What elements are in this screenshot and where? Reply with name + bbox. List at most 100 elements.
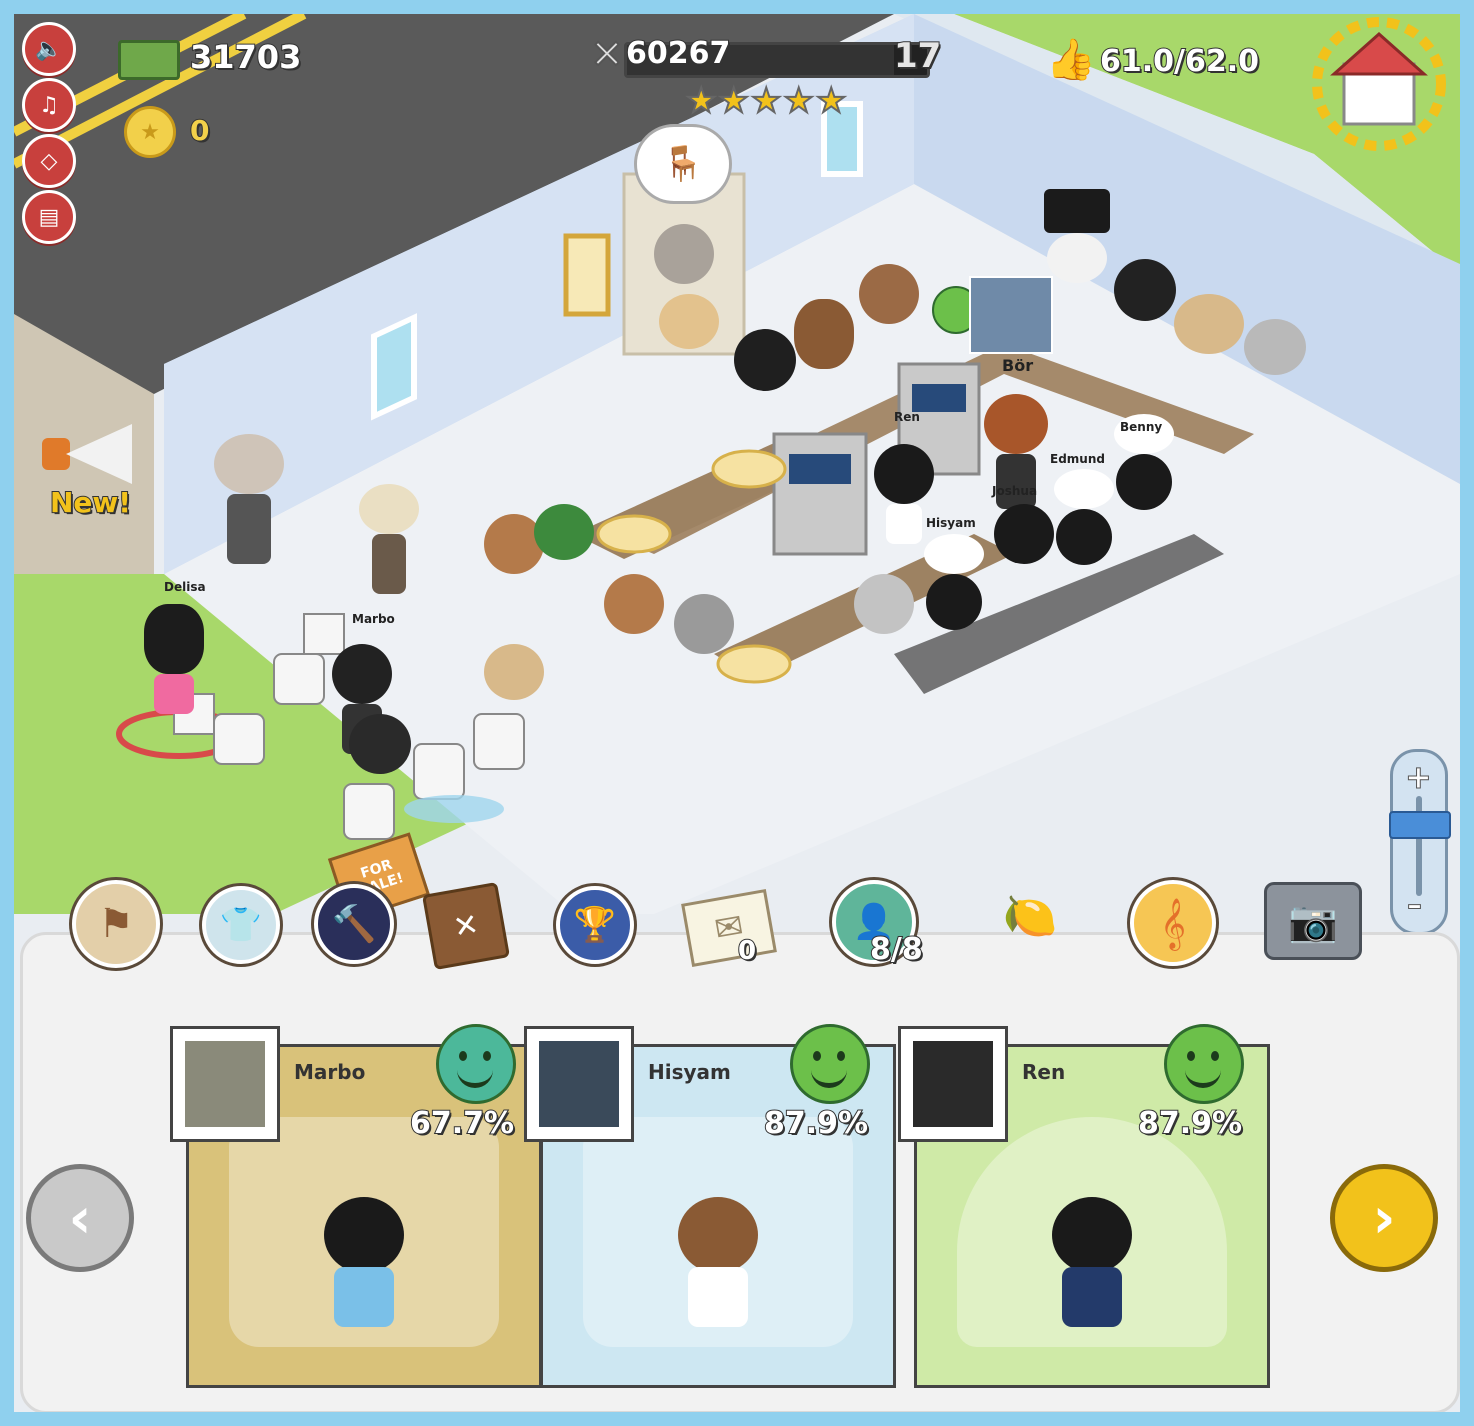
name-tag-edmund: Edmund [1050, 452, 1105, 466]
customer-character[interactable] [349, 714, 411, 774]
customer-character[interactable] [1174, 294, 1244, 354]
customer-character[interactable] [674, 594, 734, 654]
customer-character[interactable] [794, 299, 854, 369]
zoom-slider[interactable]: + – [1389, 749, 1451, 935]
staff-avatar [678, 1197, 758, 1357]
customer-character[interactable] [859, 264, 919, 324]
neighbors-button[interactable]: ⚑ [72, 880, 160, 968]
chevron-left-icon: ‹ [68, 1185, 92, 1251]
level-value: 17 [893, 35, 942, 77]
wardrobe-button[interactable]: 👕 [202, 886, 280, 964]
house-icon [1324, 24, 1444, 144]
customer-character[interactable] [359, 484, 419, 594]
star-icon: ★ [782, 81, 815, 121]
star-icon: ★ [750, 81, 783, 121]
customer-character[interactable] [854, 574, 914, 634]
star-coin-icon: ★ [124, 106, 176, 158]
customer-character[interactable] [1044, 189, 1110, 283]
zoom-out-button[interactable]: – [1407, 888, 1423, 924]
zoom-in-button[interactable]: + [1405, 758, 1433, 797]
customer-character[interactable] [1244, 319, 1306, 375]
sound-button[interactable]: 🔈 [22, 22, 76, 76]
build-button[interactable]: 🔨 [314, 884, 394, 964]
customer-character[interactable] [534, 504, 594, 560]
fullscreen-button[interactable]: ◇ [22, 134, 76, 188]
menu-book-button[interactable]: ✕ [421, 881, 511, 971]
next-staff-button[interactable]: › [1330, 1164, 1438, 1272]
customer-character[interactable] [214, 434, 284, 564]
chair-thought-bubble: 🪑 [634, 124, 732, 204]
staff-photo [524, 1026, 634, 1142]
customer-character[interactable] [604, 574, 664, 634]
save-icon: ▤ [38, 204, 60, 230]
name-tag-hisyam: Hisyam [926, 516, 976, 530]
name-tag-marbo: Marbo [352, 612, 395, 626]
ingredients-button[interactable]: 🍋 [990, 876, 1070, 956]
camera-icon: 📷 [1288, 898, 1338, 945]
thumbs-up-icon: 👍 [1045, 36, 1097, 84]
coin-amount: 0 [189, 113, 211, 148]
star-icon: ★ [815, 81, 848, 121]
cash-amount: 31703 [189, 37, 302, 77]
camera-button[interactable]: 📷 [1264, 882, 1362, 960]
star-rating: ★ ★ ★ ★ ★ [685, 81, 848, 121]
mail-count: 0 [737, 935, 757, 967]
player-photo [969, 276, 1053, 354]
megaphone-icon [42, 424, 132, 484]
name-tag-benny: Benny [1120, 420, 1163, 434]
star-icon: ★ [685, 81, 718, 121]
xp-value: 60267 [625, 35, 731, 72]
music-button[interactable]: ♫ [22, 78, 76, 132]
smiley-face-icon [436, 1024, 516, 1104]
music-note-icon: ♫ [39, 92, 59, 118]
staff-avatar [324, 1197, 404, 1357]
customer-character[interactable] [484, 644, 544, 700]
name-tag-delisa: Delisa [164, 580, 206, 594]
speaker-icon: 🔈 [35, 36, 63, 62]
customer-character[interactable] [659, 294, 719, 349]
customer-character[interactable] [654, 224, 714, 284]
staff-character-edmund[interactable] [1054, 469, 1114, 565]
cash-icon [118, 40, 180, 80]
hammer-icon: 🔨 [331, 904, 377, 945]
name-tag-ren: Ren [894, 410, 920, 424]
staff-character-delisa[interactable] [144, 604, 204, 714]
customer-character[interactable] [1114, 259, 1176, 321]
new-badge: New! [49, 485, 132, 520]
name-tag-joshua: Joshua [992, 484, 1038, 498]
diamond-icon: ◇ [40, 148, 58, 174]
achievements-button[interactable]: 🏆 [556, 886, 634, 964]
game-viewport[interactable]: 🪑 Delisa Marbo Ren Bör Benny Edmund Josh… [14, 14, 1460, 1412]
friends-count: 8/8 [869, 931, 924, 968]
staff-mood-percent: 67.7% [409, 1105, 515, 1142]
staff-photo [170, 1026, 280, 1142]
staff-name: Ren [1022, 1060, 1066, 1084]
happy-face-icon [1164, 1024, 1244, 1104]
staff-mood-percent: 87.9% [1137, 1105, 1243, 1142]
staff-character-ren[interactable] [874, 444, 934, 544]
zoom-handle[interactable] [1389, 811, 1451, 839]
staff-name: Hisyam [648, 1060, 731, 1084]
chair-icon: 🪑 [661, 144, 705, 184]
name-tag-bor: Bör [1002, 356, 1034, 375]
chevron-right-icon: › [1372, 1185, 1396, 1251]
ingredients-icon: 🍋 [1002, 891, 1058, 942]
star-icon: ★ [717, 81, 750, 121]
staff-avatar [1052, 1197, 1132, 1357]
news-megaphone-button[interactable]: New! [34, 414, 144, 524]
staff-character-hisyam[interactable] [924, 534, 984, 630]
home-button[interactable] [1324, 24, 1444, 144]
save-button[interactable]: ▤ [22, 190, 76, 244]
previous-staff-button[interactable]: ‹ [26, 1164, 134, 1272]
customer-character[interactable] [734, 329, 796, 391]
treble-clef-icon: 𝄞 [1159, 897, 1186, 949]
staff-character-joshua[interactable] [994, 504, 1054, 564]
happy-face-icon [790, 1024, 870, 1104]
signpost-icon: ⚑ [98, 901, 134, 947]
trophy-icon: 🏆 [573, 905, 617, 945]
staff-mood-percent: 87.9% [763, 1105, 869, 1142]
jukebox-button[interactable]: 𝄞 [1130, 880, 1216, 966]
menu-book-icon: ✕ [450, 906, 482, 946]
shirt-icon: 👕 [219, 905, 263, 945]
rating-value: 61.0/62.0 [1099, 43, 1260, 80]
